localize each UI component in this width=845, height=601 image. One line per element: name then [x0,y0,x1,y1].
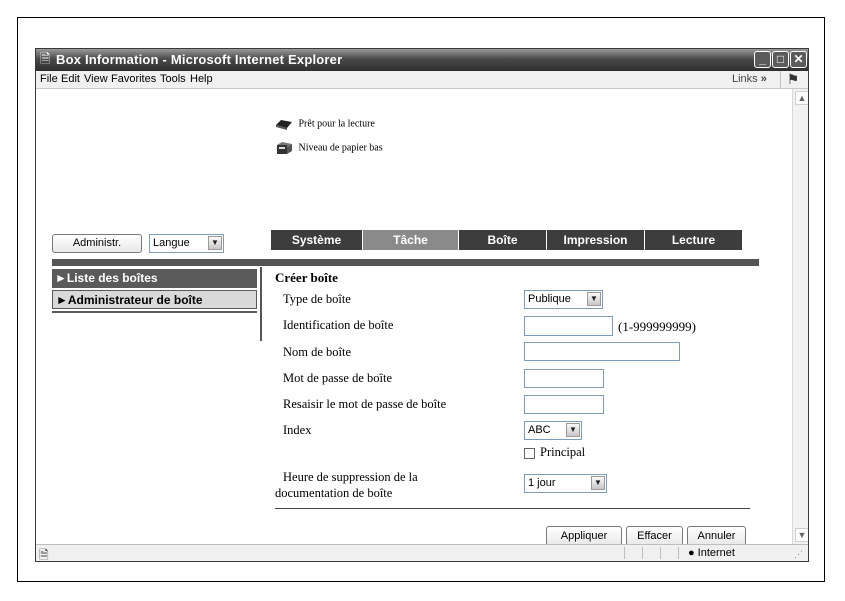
tab-systeme[interactable]: Système [271,230,363,250]
printer-ready-icon [275,118,293,130]
printer-status-ready: Prêt pour la lecture [275,118,375,130]
chevron-down-icon: ▼ [587,292,601,306]
title-bar[interactable]: 🗎 Box Information - Microsoft Internet E… [36,49,808,71]
box-type-value: Publique [528,293,571,305]
page-done-icon: 🗎 [39,548,49,562]
menu-help[interactable]: Help [190,73,213,85]
tab-boite[interactable]: Boîte [459,230,547,250]
sidebar-separator [260,267,262,341]
vertical-scrollbar[interactable]: ▲ ▼ [792,89,808,544]
admin-button[interactable]: Administr. [52,234,142,253]
tab-tache[interactable]: Tâche [363,230,459,250]
password-confirm-label: Resaisir le mot de passe de boîte [283,397,447,411]
printer-status-paper: Niveau de papier bas [275,141,383,155]
printer-ready-label: Prêt pour la lecture [298,118,375,130]
status-segment [624,547,625,559]
cancel-button[interactable]: Annuler [687,526,746,546]
globe-icon: ● [688,547,695,559]
menu-bar: File Edit View Favorites Tools Help Link… [36,71,808,89]
form-divider [275,508,750,509]
zone-label: Internet [697,547,735,559]
deletion-time-label-line2: documentation de boîte [275,486,393,500]
security-zone: ● Internet [688,547,735,559]
principal-label: Principal [540,445,586,459]
chevron-down-icon: ▼ [591,476,605,490]
sidebar-item-box-admin[interactable]: ►Administrateur de boîte [52,290,257,309]
paper-low-icon [275,141,293,155]
menu-edit[interactable]: Edit [61,73,80,85]
status-bar: 🗎 ● Internet ⋰ [36,544,808,562]
apply-button[interactable]: Appliquer [546,526,622,546]
form-title: Créer boîte [275,270,338,285]
box-id-input[interactable] [524,316,613,336]
resize-grip-icon[interactable]: ⋰ [794,549,803,560]
clear-button[interactable]: Effacer [626,526,683,546]
box-name-label: Nom de boîte [283,345,352,359]
box-id-label: Identification de boîte [283,318,394,332]
menu-favorites[interactable]: Favorites [111,73,156,85]
tab-underline [52,259,759,266]
index-label: Index [283,423,312,437]
paper-low-label: Niveau de papier bas [298,142,383,154]
menu-view[interactable]: View [84,73,108,85]
page-content: Prêt pour la lecture Niveau de papier ba… [36,89,791,546]
minimize-button[interactable]: _ [754,51,771,68]
box-type-select[interactable]: Publique ▼ [524,290,603,309]
links-chevron-icon: » [760,73,767,85]
index-select[interactable]: ABC ▼ [524,421,582,440]
windows-logo-icon: ⚑ [780,71,805,88]
ie-page-icon: 🗎 [40,51,51,66]
password-input[interactable] [524,369,604,388]
box-name-input[interactable] [524,342,680,361]
status-segment [642,547,643,559]
menu-file[interactable]: File [40,73,58,85]
principal-checkbox[interactable] [524,448,535,459]
scroll-down-icon[interactable]: ▼ [795,528,808,542]
deletion-time-value: 1 jour [528,477,556,489]
chevron-down-icon: ▼ [208,236,222,250]
scroll-up-icon[interactable]: ▲ [795,91,808,105]
menu-tools[interactable]: Tools [160,73,186,85]
browser-window: 🗎 Box Information - Microsoft Internet E… [35,48,809,562]
index-value: ABC [528,424,551,436]
close-button[interactable]: ✕ [790,51,807,68]
window-title: Box Information - Microsoft Internet Exp… [56,52,343,67]
tab-impression[interactable]: Impression [547,230,645,250]
links-label: Links [732,73,758,85]
language-select[interactable]: Langue ▼ [149,234,224,253]
password-label: Mot de passe de boîte [283,371,393,385]
sidebar-item-box-list[interactable]: ►Liste des boîtes [52,269,257,288]
deletion-time-select[interactable]: 1 jour ▼ [524,474,607,493]
box-id-range: (1-999999999) [618,319,696,334]
chevron-down-icon: ▼ [566,423,580,437]
sidebar-divider [52,311,257,313]
language-select-value: Langue [153,237,190,249]
links-toolbar[interactable]: Links » [732,73,767,85]
maximize-button[interactable]: □ [772,51,789,68]
status-segment [678,547,679,559]
deletion-time-label-line1: Heure de suppression de la [283,470,418,484]
password-confirm-input[interactable] [524,395,604,414]
box-type-label: Type de boîte [283,292,351,306]
tab-lecture[interactable]: Lecture [645,230,743,250]
status-segment [660,547,661,559]
